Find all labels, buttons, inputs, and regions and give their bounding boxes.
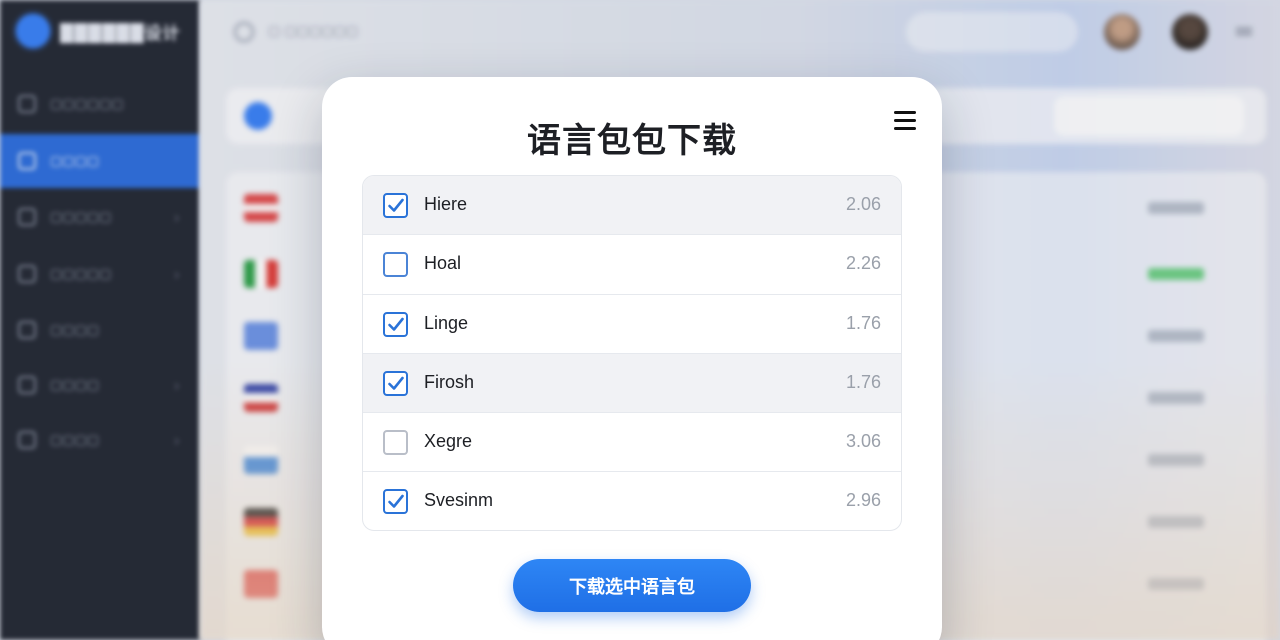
hamburger-menu-icon[interactable] — [894, 109, 916, 131]
language-size: 3.06 — [845, 431, 881, 452]
dialog-title: 语言包包下载 — [527, 121, 737, 161]
language-size: 2.06 — [845, 194, 881, 214]
checkbox-checked[interactable] — [383, 311, 408, 337]
checkbox-checked[interactable] — [383, 193, 408, 218]
language-row[interactable]: Firosh 1.76 — [363, 353, 901, 414]
language-name: Linge — [424, 312, 469, 333]
menu-line — [894, 127, 916, 130]
language-row[interactable]: Xegre 3.06 — [363, 413, 901, 473]
language-row[interactable]: Linge 1.76 — [363, 295, 901, 354]
language-name: Xegre — [424, 431, 473, 452]
language-name: Hoal — [424, 253, 462, 274]
language-size: 1.76 — [845, 371, 881, 392]
menu-line — [894, 111, 916, 114]
language-name: Svesinm — [424, 490, 494, 511]
language-row[interactable]: Svesinm 2.96 — [363, 472, 901, 530]
checkbox-checked[interactable] — [383, 370, 408, 396]
download-selected-button[interactable]: 下载选中语言包 — [513, 559, 751, 612]
language-pack-dialog: 语言包包下载 Hiere 2.06 Hoal 2.26 Linge 1.76 Firosh 1… — [322, 77, 942, 640]
menu-line — [894, 119, 916, 122]
language-row[interactable]: Hoal 2.26 — [363, 235, 901, 295]
language-size: 1.76 — [845, 312, 881, 333]
language-name: Firosh — [424, 371, 475, 392]
language-list: Hiere 2.06 Hoal 2.26 Linge 1.76 Firosh 1.76 Xegr… — [362, 175, 902, 531]
checkbox-unchecked[interactable] — [383, 430, 408, 456]
checkbox-unchecked[interactable] — [383, 252, 408, 278]
language-size: 2.96 — [845, 490, 881, 511]
language-row[interactable]: Hiere 2.06 — [363, 176, 901, 236]
language-name: Hiere — [424, 194, 468, 214]
language-size: 2.26 — [845, 253, 881, 274]
checkbox-checked[interactable] — [383, 489, 408, 515]
